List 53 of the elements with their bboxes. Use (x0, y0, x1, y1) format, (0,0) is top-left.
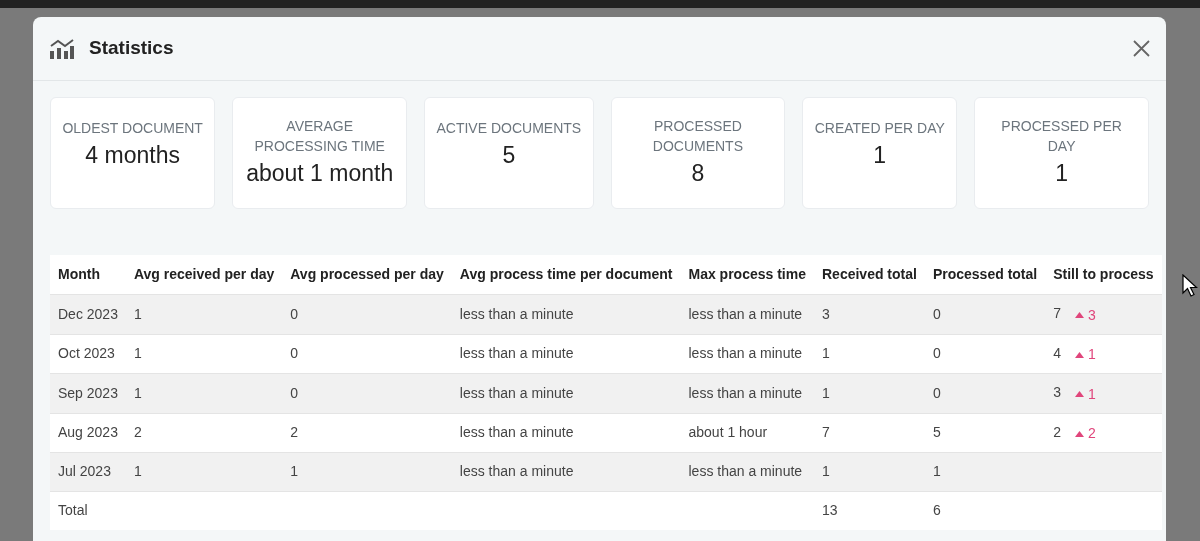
stat-label: OLDEST DOCUMENT (62, 119, 203, 138)
table-cell: 1 (924, 452, 1046, 491)
stat-label: CREATED PER DAY (814, 119, 945, 138)
table-cell: 1 (814, 373, 925, 413)
table-cell: 13 (814, 491, 925, 530)
stat-value: 1 (1054, 159, 1069, 188)
stat-label: ACTIVE DOCUMENTS (436, 119, 582, 138)
column-header: Avg process time per document (451, 255, 681, 295)
table-cell: 0 (924, 294, 1046, 334)
change-value: 1 (1088, 384, 1096, 404)
table-cell: less than a minute (680, 452, 814, 491)
stat-label: PROCESSED DOCUMENTS (651, 117, 744, 156)
table-cell: 0 (282, 294, 452, 334)
table-cell: 7 (1053, 305, 1061, 321)
table-cell: 3 (1053, 384, 1061, 400)
stat-value: 8 (690, 159, 706, 188)
table-cell: 1 (282, 452, 452, 491)
table-cell: 3 (814, 294, 925, 334)
column-header: Still to process (1045, 255, 1162, 295)
table-cell: 0 (924, 373, 1046, 413)
column-header: Processed total (924, 255, 1046, 295)
stat-value: 4 months (84, 141, 181, 170)
stat-value: about 1 month (245, 159, 395, 188)
column-header: Avg processed per day (282, 255, 452, 295)
stat-label: PROCESSED PER DAY (1000, 117, 1123, 156)
table-cell: 4 (1053, 344, 1061, 361)
change-value: 2 (1088, 424, 1096, 443)
table-cell: 1 (125, 373, 283, 413)
table-cell: 1 (125, 452, 283, 491)
table-cell: 2 (1053, 423, 1061, 440)
table-cell: 1 (125, 294, 283, 334)
table-cell: less than a minute (680, 373, 814, 413)
table-cell: 6 (924, 491, 1046, 530)
table-cell: Sep 2023 (50, 373, 126, 413)
table-cell: less than a minute (451, 294, 681, 334)
column-header: Avg received per day (125, 255, 283, 295)
table-cell: Total (50, 491, 126, 530)
table-cell: less than a minute (451, 373, 681, 413)
dialog-title: Statistics (89, 36, 174, 61)
change-value: 3 (1088, 305, 1096, 325)
table-cell: less than a minute (451, 452, 681, 491)
column-header: Received total (814, 255, 925, 295)
column-header: Max process time (680, 255, 814, 295)
table-cell: 1 (814, 452, 925, 491)
column-header: Month (50, 255, 126, 295)
table-cell: Jul 2023 (50, 452, 126, 491)
table-cell: less than a minute (680, 294, 814, 334)
stat-value: 1 (872, 141, 888, 170)
stat-label: AVERAGE PROCESSING TIME (253, 117, 386, 156)
table-cell: Dec 2023 (50, 294, 126, 334)
table-cell: 0 (282, 373, 452, 413)
change-value: 1 (1088, 345, 1096, 364)
stat-value: 5 (501, 141, 517, 170)
